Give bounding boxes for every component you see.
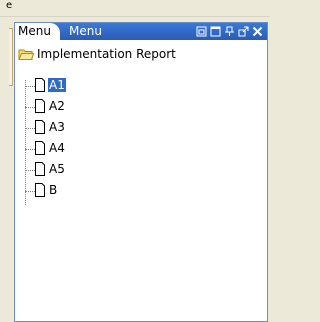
tree-branch-line — [25, 148, 35, 150]
tree-node-a1[interactable]: A1 — [25, 77, 85, 93]
tree-node-a5[interactable]: A5 — [25, 161, 85, 177]
folder-open-icon — [18, 49, 34, 60]
popout-icon[interactable] — [238, 26, 249, 37]
tree-branch-line — [25, 190, 35, 192]
tree-root-label: Implementation Report — [37, 47, 176, 61]
tree-node-a4[interactable]: A4 — [25, 140, 85, 156]
tree-node-label: A2 — [49, 99, 65, 113]
tree-branch-line — [25, 106, 35, 108]
document-icon — [35, 162, 45, 176]
tree-node-b[interactable]: B — [25, 182, 85, 198]
tree-node-label: A4 — [49, 141, 65, 155]
close-icon[interactable] — [252, 26, 263, 37]
document-icon — [35, 99, 45, 113]
tree-node-label: A5 — [49, 162, 65, 176]
tree-node-a2[interactable]: A2 — [25, 98, 85, 114]
menu-panel: Menu Menu Implementation Report A1 A2 A3… — [14, 22, 268, 322]
restore-icon[interactable] — [196, 26, 207, 37]
document-icon — [35, 183, 45, 197]
tree-branch-line — [25, 169, 35, 171]
tree-root[interactable]: Implementation Report — [18, 47, 176, 61]
tree-node-label: B — [49, 183, 58, 197]
pin-icon[interactable] — [224, 26, 235, 37]
panel-window-controls — [196, 25, 263, 38]
tree-node-label: A3 — [49, 120, 65, 134]
tree-node-a3[interactable]: A3 — [25, 119, 85, 135]
panel-header: Menu Menu — [15, 23, 267, 40]
document-icon — [35, 78, 45, 92]
tree-branch-line — [25, 127, 35, 129]
tree-node-label: A1 — [48, 78, 66, 92]
tab-menu-active[interactable]: Menu — [15, 23, 60, 40]
left-panel-edge — [9, 28, 13, 86]
document-icon — [35, 141, 45, 155]
document-icon — [35, 120, 45, 134]
top-toolbar-strip: e — [0, 0, 270, 17]
toolbar-text-fragment: e — [6, 0, 13, 11]
maximize-icon[interactable] — [210, 26, 221, 37]
tab-menu[interactable]: Menu — [69, 23, 102, 40]
tree-branch-line — [25, 85, 35, 87]
